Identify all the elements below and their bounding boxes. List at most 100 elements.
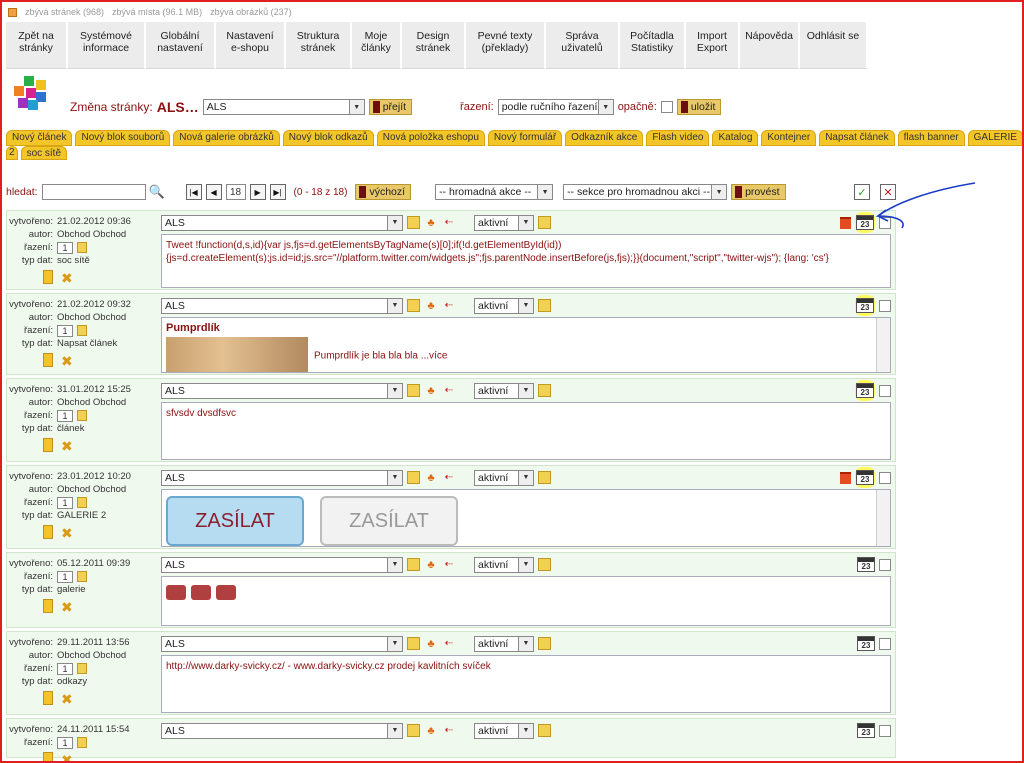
save-status-icon[interactable] xyxy=(538,724,551,737)
entry-content[interactable]: sfvsdv dvsdfsvc xyxy=(161,402,891,460)
section-select[interactable]: ALS ▼ xyxy=(161,382,403,399)
trash-icon[interactable] xyxy=(43,599,53,613)
status-select[interactable]: aktivní ▼ xyxy=(474,469,534,486)
nav-button-5[interactable]: Moje články xyxy=(352,22,402,69)
select-all-icon[interactable]: ✓ xyxy=(854,184,870,200)
save-order-icon[interactable] xyxy=(77,325,87,336)
nav-button-11[interactable]: Nápověda xyxy=(740,22,800,69)
status-select[interactable]: aktivní ▼ xyxy=(474,214,534,231)
calendar-icon[interactable]: 23 xyxy=(857,557,875,572)
user-tree-icon[interactable]: ♣ xyxy=(424,724,438,738)
nav-button-1[interactable]: Systémové informace xyxy=(68,22,146,69)
scrollbar[interactable] xyxy=(876,318,890,372)
move-icon[interactable]: ⇠ xyxy=(442,724,456,738)
entry-checkbox[interactable] xyxy=(879,299,891,312)
nav-button-6[interactable]: Design stránek xyxy=(402,22,466,69)
save-order-icon[interactable] xyxy=(77,663,87,674)
save-status-icon[interactable] xyxy=(538,637,551,650)
tab-new-2[interactable]: Nová galerie obrázků xyxy=(173,130,280,146)
last-page-button[interactable]: ▶| xyxy=(269,184,286,200)
save-icon[interactable] xyxy=(407,299,420,312)
tab-new-11[interactable]: flash banner xyxy=(897,130,965,146)
status-select[interactable]: aktivní ▼ xyxy=(474,722,534,739)
user-tree-icon[interactable]: ♣ xyxy=(424,299,438,313)
prev-page-button[interactable]: ◀ xyxy=(205,184,222,200)
save-status-icon[interactable] xyxy=(538,558,551,571)
scrollbar[interactable] xyxy=(876,490,890,546)
save-icon[interactable] xyxy=(407,384,420,397)
trash-icon[interactable] xyxy=(43,525,53,539)
entry-checkbox[interactable] xyxy=(879,216,891,229)
save-icon[interactable] xyxy=(407,637,420,650)
nav-button-7[interactable]: Pevné texty (překlady) xyxy=(466,22,546,69)
run-button[interactable]: provést xyxy=(731,184,786,200)
order-input[interactable]: 1 xyxy=(57,662,73,675)
tab-new-3[interactable]: Nový blok odkazů xyxy=(282,130,374,146)
default-button[interactable]: výchozí xyxy=(355,184,412,200)
move-icon[interactable]: ⇠ xyxy=(442,384,456,398)
reverse-checkbox[interactable] xyxy=(660,101,673,113)
nav-button-8[interactable]: Správa uživatelů xyxy=(546,22,620,69)
go-button[interactable]: přejít xyxy=(368,99,413,115)
save-order-icon[interactable] xyxy=(77,737,87,748)
tab-new-12[interactable]: GALERIE xyxy=(967,130,1022,146)
section-select[interactable]: ALS ▼ xyxy=(161,556,403,573)
sort-select[interactable]: podle ručního řazení ▼ xyxy=(497,99,614,115)
entry-checkbox[interactable] xyxy=(879,724,891,737)
first-page-button[interactable]: |◀ xyxy=(185,184,202,200)
tab-new-0[interactable]: Nový článek xyxy=(6,130,73,146)
save-status-icon[interactable] xyxy=(538,299,551,312)
user-tree-icon[interactable]: ♣ xyxy=(424,216,438,230)
order-input[interactable]: 1 xyxy=(57,241,73,254)
tab-new-5[interactable]: Nový formulář xyxy=(487,130,563,146)
tab-row2-0[interactable]: 2 xyxy=(6,146,18,160)
delete-icon[interactable] xyxy=(840,471,851,484)
order-input[interactable]: 1 xyxy=(57,736,73,749)
wrench-icon[interactable]: ✖ xyxy=(61,438,77,454)
user-tree-icon[interactable]: ♣ xyxy=(424,637,438,651)
tab-new-9[interactable]: Kontejner xyxy=(761,130,817,146)
wrench-icon[interactable]: ✖ xyxy=(61,752,77,761)
tab-row2-1[interactable]: soc sítě xyxy=(20,146,68,160)
user-tree-icon[interactable]: ♣ xyxy=(424,471,438,485)
entry-content[interactable]: http://www.darky-svicky.cz/ - www.darky-… xyxy=(161,655,891,713)
save-icon[interactable] xyxy=(407,558,420,571)
move-icon[interactable]: ⇠ xyxy=(442,216,456,230)
mass-action-select[interactable]: -- hromadná akce -- ▼ xyxy=(435,184,554,200)
search-input[interactable] xyxy=(41,184,146,200)
status-select[interactable]: aktivní ▼ xyxy=(474,556,534,573)
section-select[interactable]: ALS ▼ xyxy=(161,469,403,486)
section-select[interactable]: ALS ▼ xyxy=(161,722,403,739)
move-icon[interactable]: ⇠ xyxy=(442,299,456,313)
section-select[interactable]: -- sekce pro hromadnou akci -- ▼ xyxy=(563,184,728,200)
calendar-icon[interactable]: 23 xyxy=(856,298,874,313)
trash-icon[interactable] xyxy=(43,270,53,284)
delete-icon[interactable] xyxy=(840,216,851,229)
tab-new-6[interactable]: Odkazník akce xyxy=(565,130,644,146)
wrench-icon[interactable]: ✖ xyxy=(61,691,77,707)
save-order-icon[interactable] xyxy=(77,410,87,421)
save-status-icon[interactable] xyxy=(538,384,551,397)
save-icon[interactable] xyxy=(407,216,420,229)
save-order-icon[interactable] xyxy=(77,571,87,582)
move-icon[interactable]: ⇠ xyxy=(442,558,456,572)
entry-content[interactable]: Pumprdlík Pumprdlík je bla bla bla ...víc… xyxy=(161,317,891,373)
save-icon[interactable] xyxy=(407,724,420,737)
save-order-icon[interactable] xyxy=(77,242,87,253)
entry-checkbox[interactable] xyxy=(879,384,891,397)
tab-new-4[interactable]: Nová položka eshopu xyxy=(376,130,485,146)
wrench-icon[interactable]: ✖ xyxy=(61,599,77,615)
next-page-button[interactable]: ▶ xyxy=(249,184,266,200)
nav-button-10[interactable]: Import Export xyxy=(686,22,740,69)
nav-button-9[interactable]: Počítadla Statistiky xyxy=(620,22,686,69)
calendar-icon[interactable]: 23 xyxy=(856,383,874,398)
move-icon[interactable]: ⇠ xyxy=(442,471,456,485)
trash-icon[interactable] xyxy=(43,691,53,705)
trash-icon[interactable] xyxy=(43,752,53,761)
wrench-icon[interactable]: ✖ xyxy=(61,353,77,369)
tab-new-7[interactable]: Flash video xyxy=(646,130,710,146)
status-select[interactable]: aktivní ▼ xyxy=(474,297,534,314)
trash-icon[interactable] xyxy=(43,438,53,452)
calendar-icon[interactable]: 23 xyxy=(856,215,874,230)
section-select[interactable]: ALS ▼ xyxy=(161,297,403,314)
